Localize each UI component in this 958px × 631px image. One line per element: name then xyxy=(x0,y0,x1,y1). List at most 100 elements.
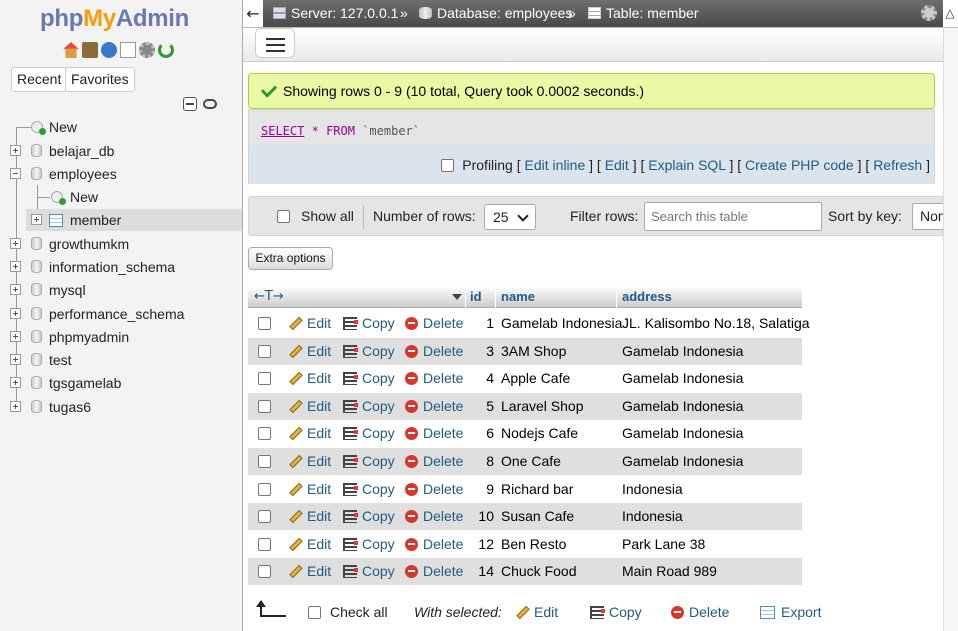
row-delete-button[interactable]: Delete xyxy=(405,476,463,503)
row-copy-button[interactable]: Copy xyxy=(343,531,395,558)
cell-name[interactable]: 3AM Shop xyxy=(501,338,566,365)
cell-id[interactable]: 5 xyxy=(486,393,494,420)
reload-icon[interactable] xyxy=(158,42,174,58)
tree-item-database[interactable]: mysql xyxy=(0,280,240,300)
cell-id[interactable]: 14 xyxy=(478,558,494,585)
cell-name[interactable]: Nodejs Cafe xyxy=(501,420,578,447)
edit-inline-link[interactable]: Edit inline xyxy=(525,157,586,173)
cell-id[interactable]: 1 xyxy=(486,310,494,337)
cell-address[interactable]: Gamelab Indonesia xyxy=(622,420,743,447)
row-copy-button[interactable]: Copy xyxy=(343,310,395,337)
row-delete-button[interactable]: Delete xyxy=(405,420,463,447)
collapse-icon[interactable] xyxy=(10,168,21,179)
extra-options-button[interactable]: Extra options xyxy=(248,247,333,270)
settings-gear-icon[interactable] xyxy=(139,42,155,58)
column-visibility-dropdown-icon[interactable] xyxy=(452,294,462,300)
row-edit-button[interactable]: Edit xyxy=(289,503,331,530)
cell-id[interactable]: 12 xyxy=(478,531,494,558)
cell-address[interactable]: JL. Kalisombo No.18, Salatiga xyxy=(622,310,810,337)
row-edit-button[interactable]: Edit xyxy=(289,420,331,447)
row-delete-button[interactable]: Delete xyxy=(405,503,463,530)
tree-item-database[interactable]: test xyxy=(0,350,240,370)
bulk-edit-button[interactable]: Edit xyxy=(516,604,558,620)
row-edit-button[interactable]: Edit xyxy=(289,310,331,337)
cell-address[interactable]: Main Road 989 xyxy=(622,558,717,585)
cell-address[interactable]: Park Lane 38 xyxy=(622,531,705,558)
row-edit-button[interactable]: Edit xyxy=(289,476,331,503)
row-delete-button[interactable]: Delete xyxy=(405,558,463,585)
breadcrumb-server[interactable]: Server: 127.0.0.1 xyxy=(273,0,398,27)
cell-name[interactable]: Richard bar xyxy=(501,476,573,503)
column-header-name[interactable]: name xyxy=(501,286,535,308)
cell-name[interactable]: Ben Resto xyxy=(501,531,566,558)
row-delete-button[interactable]: Delete xyxy=(405,338,463,365)
page-settings-gear-icon[interactable] xyxy=(921,5,937,21)
tree-item-database[interactable]: growthumkm xyxy=(0,234,240,254)
expand-icon[interactable] xyxy=(10,354,21,365)
row-delete-button[interactable]: Delete xyxy=(405,365,463,392)
tree-item-database[interactable]: employees xyxy=(0,164,240,184)
expand-icon[interactable] xyxy=(10,308,21,319)
overflow-icon[interactable]: △ xyxy=(943,4,957,22)
row-checkbox[interactable] xyxy=(258,427,271,441)
cell-name[interactable]: Susan Cafe xyxy=(501,503,574,530)
row-checkbox[interactable] xyxy=(258,344,271,358)
row-edit-button[interactable]: Edit xyxy=(289,338,331,365)
cell-id[interactable]: 10 xyxy=(478,503,494,530)
breadcrumb-table[interactable]: Table: member xyxy=(588,0,699,27)
number-of-rows-select[interactable]: 25 xyxy=(484,204,536,230)
collapse-all-icon[interactable] xyxy=(183,97,197,111)
column-header-address[interactable]: address xyxy=(622,286,672,308)
row-checkbox[interactable] xyxy=(258,317,271,330)
bulk-export-button[interactable]: Export xyxy=(760,604,821,620)
tree-item-database[interactable]: phpmyadmin xyxy=(0,327,240,347)
expand-icon[interactable] xyxy=(10,401,21,412)
documentation-icon[interactable] xyxy=(120,42,136,58)
check-all-label[interactable]: Check all xyxy=(330,604,388,620)
cell-address[interactable]: Gamelab Indonesia xyxy=(622,448,743,475)
row-copy-button[interactable]: Copy xyxy=(343,503,395,530)
cell-name[interactable]: One Cafe xyxy=(501,448,561,475)
expand-icon[interactable] xyxy=(10,145,21,156)
row-edit-button[interactable]: Edit xyxy=(289,531,331,558)
recent-tab[interactable]: Recent xyxy=(11,67,68,92)
show-all-checkbox[interactable] xyxy=(277,208,290,224)
cell-id[interactable]: 6 xyxy=(486,420,494,447)
tree-item-database[interactable]: information_schema xyxy=(0,257,240,277)
expand-icon[interactable] xyxy=(10,238,21,249)
column-resize-arrows-icon[interactable]: ←T→ xyxy=(254,289,284,304)
tree-item-new-table[interactable]: New xyxy=(0,187,240,207)
cell-name[interactable]: Apple Cafe xyxy=(501,365,570,392)
row-checkbox[interactable] xyxy=(258,565,271,579)
check-all-checkbox[interactable] xyxy=(308,604,321,620)
tree-item-database[interactable]: tgsgamelab xyxy=(0,373,240,393)
row-delete-button[interactable]: Delete xyxy=(405,393,463,420)
cell-address[interactable]: Indonesia xyxy=(622,476,683,503)
home-icon[interactable] xyxy=(63,42,79,58)
cell-address[interactable]: Gamelab Indonesia xyxy=(622,365,743,392)
expand-member-icon[interactable] xyxy=(31,214,42,225)
cell-name[interactable]: Laravel Shop xyxy=(501,393,584,420)
explain-sql-link[interactable]: Explain SQL xyxy=(648,157,725,173)
tree-item-new[interactable]: New xyxy=(0,117,240,137)
logout-icon[interactable] xyxy=(82,42,98,58)
sql-query[interactable]: SELECT * FROM `member` xyxy=(261,124,420,138)
help-icon[interactable] xyxy=(101,42,117,58)
breadcrumb-database[interactable]: Database: employees xyxy=(419,0,572,27)
sort-by-key-select[interactable]: None xyxy=(912,203,943,230)
expand-icon[interactable] xyxy=(10,331,21,342)
refresh-link[interactable]: Refresh xyxy=(873,157,922,173)
row-delete-button[interactable]: Delete xyxy=(405,531,463,558)
row-checkbox[interactable] xyxy=(258,510,271,524)
row-copy-button[interactable]: Copy xyxy=(343,420,395,447)
tree-item-member[interactable]: member xyxy=(0,210,240,230)
row-checkbox[interactable] xyxy=(258,482,271,496)
expand-icon[interactable] xyxy=(10,284,21,295)
link-with-main-panel-icon[interactable] xyxy=(203,99,217,109)
vertical-scrollbar[interactable] xyxy=(943,28,958,631)
row-copy-button[interactable]: Copy xyxy=(343,476,395,503)
create-php-code-link[interactable]: Create PHP code xyxy=(745,157,854,173)
row-copy-button[interactable]: Copy xyxy=(343,448,395,475)
row-copy-button[interactable]: Copy xyxy=(343,558,395,585)
bulk-copy-button[interactable]: Copy xyxy=(590,604,642,620)
